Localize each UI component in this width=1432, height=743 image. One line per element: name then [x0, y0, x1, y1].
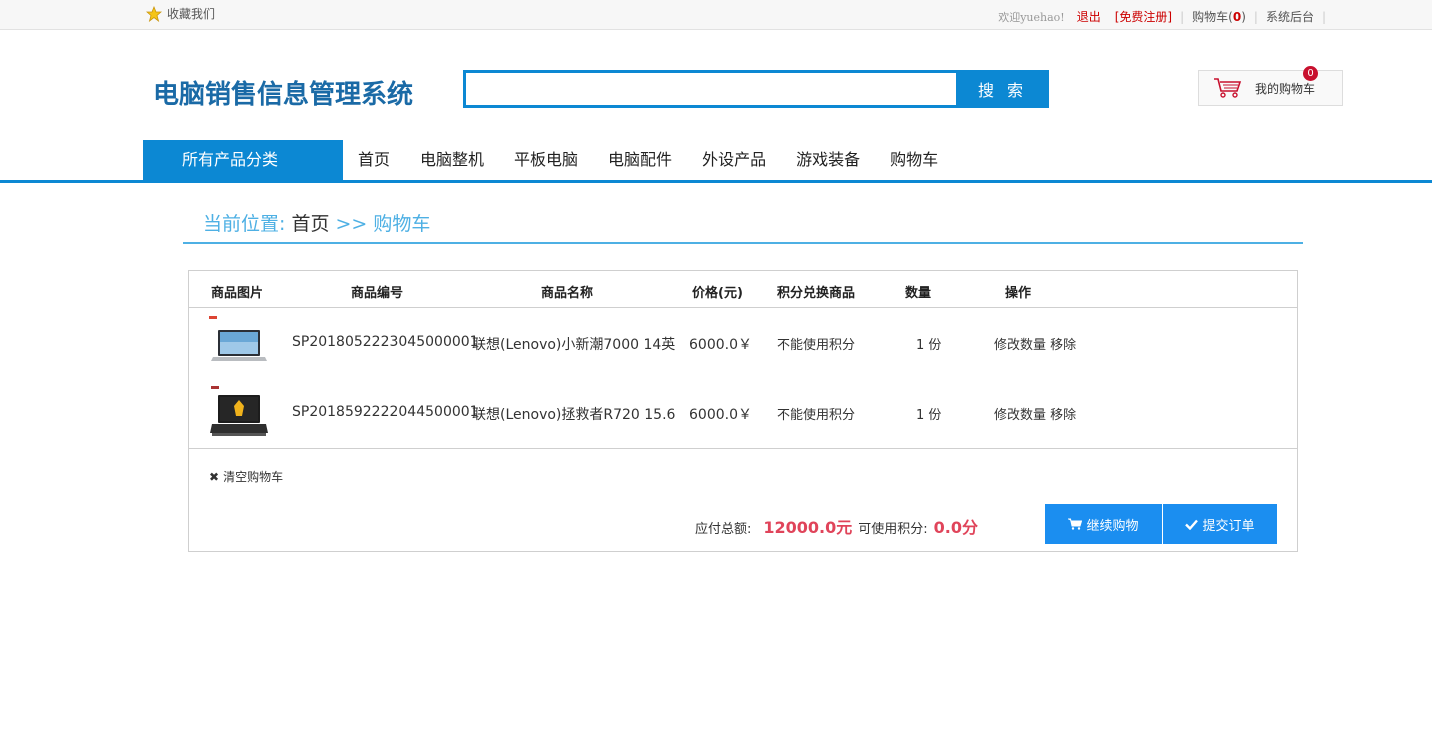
- row-operations: 修改数量 移除: [994, 404, 1076, 423]
- product-code: SP2018592222044500001: [292, 404, 479, 420]
- logout-link[interactable]: 退出: [1077, 8, 1101, 25]
- col-image: 商品图片: [211, 286, 264, 301]
- main-nav: 所有产品分类 首页 电脑整机 平板电脑 电脑配件 外设产品 游戏装备 购物车: [0, 140, 1432, 183]
- product-thumbnail-laptop-silver[interactable]: [209, 316, 269, 370]
- star-icon: [146, 5, 162, 22]
- nav-item-tablets[interactable]: 平板电脑: [499, 140, 593, 180]
- search-button[interactable]: 搜 索: [956, 70, 1049, 108]
- top-right-links: 欢迎yuehao! 退出 [免费注册] | 购物车(0) | 系统后台 |: [998, 8, 1334, 25]
- quantity: 1 份: [916, 408, 942, 423]
- search-bar: 搜 索: [463, 70, 1049, 108]
- product-name[interactable]: 联想(Lenovo)小新潮7000 14英: [472, 334, 675, 354]
- shopping-cart-icon: [1214, 78, 1242, 98]
- modify-quantity-link[interactable]: 修改数量: [994, 338, 1046, 353]
- breadcrumb: 当前位置: 首页 >> 购物车: [183, 210, 1303, 244]
- col-ops: 操作: [1005, 286, 1032, 301]
- top-bar: 收藏我们 欢迎yuehao! 退出 [免费注册] | 购物车(0) | 系统后台…: [0, 0, 1432, 30]
- modify-quantity-link[interactable]: 修改数量: [994, 408, 1046, 423]
- product-price: 6000.0￥: [689, 407, 752, 423]
- nav-item-peripherals[interactable]: 外设产品: [687, 140, 781, 180]
- total-amount: 12000.0元: [763, 518, 853, 537]
- cart-table: 商品图片 商品编号 商品名称 价格(元) 积分兑换商品 数量 操作 SP2018…: [188, 270, 1298, 552]
- col-name: 商品名称: [541, 286, 594, 301]
- remove-link[interactable]: 移除: [1050, 338, 1076, 353]
- submit-order-label: 提交订单: [1202, 518, 1255, 534]
- clear-cart-link[interactable]: ✖ 清空购物车: [209, 468, 283, 485]
- breadcrumb-current: >> 购物车: [335, 213, 431, 235]
- search-input[interactable]: [466, 73, 956, 105]
- points-exchange: 不能使用积分: [777, 338, 856, 353]
- nav-item-computers[interactable]: 电脑整机: [405, 140, 499, 180]
- divider: |: [1321, 9, 1326, 24]
- register-link[interactable]: [免费注册]: [1115, 8, 1172, 25]
- points-value: 0.0分: [933, 518, 979, 537]
- divider: [189, 448, 1297, 449]
- breadcrumb-label: 当前位置:: [203, 213, 286, 235]
- cart-count-badge: 0: [1303, 66, 1318, 81]
- submit-order-button[interactable]: 提交订单: [1163, 504, 1277, 544]
- product-name[interactable]: 联想(Lenovo)拯救者R720 15.6: [472, 404, 675, 424]
- table-row: SP2018052223045000001 联想(Lenovo)小新潮7000 …: [189, 308, 1297, 378]
- table-row: SP2018592222044500001 联想(Lenovo)拯救者R720 …: [189, 378, 1297, 448]
- remove-link[interactable]: 移除: [1050, 408, 1076, 423]
- close-icon: ✖: [209, 469, 220, 484]
- order-total: 应付总额: 12000.0元 可使用积分: 0.0分: [695, 514, 978, 538]
- nav-item-accessories[interactable]: 电脑配件: [593, 140, 687, 180]
- site-logo[interactable]: 电脑销售信息管理系统: [153, 74, 413, 111]
- clear-cart-label: 清空购物车: [223, 470, 284, 484]
- my-cart-label: 我的购物车: [1255, 81, 1316, 96]
- row-operations: 修改数量 移除: [994, 334, 1076, 353]
- col-qty: 数量: [905, 286, 932, 301]
- product-price: 6000.0￥: [689, 337, 752, 353]
- continue-shopping-button[interactable]: 继续购物: [1045, 504, 1162, 544]
- check-icon: [1185, 519, 1199, 530]
- total-label: 应付总额:: [695, 522, 752, 537]
- col-price: 价格(元): [692, 286, 743, 301]
- product-code: SP2018052223045000001: [292, 334, 479, 350]
- quantity: 1 份: [916, 338, 942, 353]
- nav-item-cart[interactable]: 购物车: [875, 140, 953, 180]
- admin-link[interactable]: 系统后台: [1266, 8, 1314, 25]
- nav-item-home[interactable]: 首页: [343, 140, 405, 180]
- points-exchange: 不能使用积分: [777, 408, 856, 423]
- top-cart-count: 0: [1232, 10, 1242, 24]
- cart-table-header: 商品图片 商品编号 商品名称 价格(元) 积分兑换商品 数量 操作: [189, 271, 1297, 308]
- divider: |: [1253, 9, 1258, 24]
- top-cart-link[interactable]: 购物车(0): [1192, 8, 1246, 25]
- product-thumbnail-laptop-gaming[interactable]: [209, 386, 269, 440]
- username: yuehao: [1020, 10, 1061, 24]
- cart-icon: [1068, 518, 1083, 530]
- nav-item-gaming[interactable]: 游戏装备: [781, 140, 875, 180]
- my-cart-button[interactable]: 我的购物车 0: [1198, 66, 1343, 106]
- favorite-label: 收藏我们: [167, 7, 216, 21]
- col-points: 积分兑换商品: [777, 286, 856, 301]
- welcome-text: 欢迎yuehao!: [998, 10, 1065, 24]
- col-code: 商品编号: [351, 286, 404, 301]
- favorite-link[interactable]: 收藏我们: [146, 5, 215, 22]
- divider: |: [1180, 9, 1185, 24]
- continue-shopping-label: 继续购物: [1086, 518, 1139, 534]
- points-label: 可使用积分:: [858, 522, 928, 537]
- breadcrumb-home[interactable]: 首页: [291, 213, 329, 235]
- all-categories-button[interactable]: 所有产品分类: [143, 140, 343, 180]
